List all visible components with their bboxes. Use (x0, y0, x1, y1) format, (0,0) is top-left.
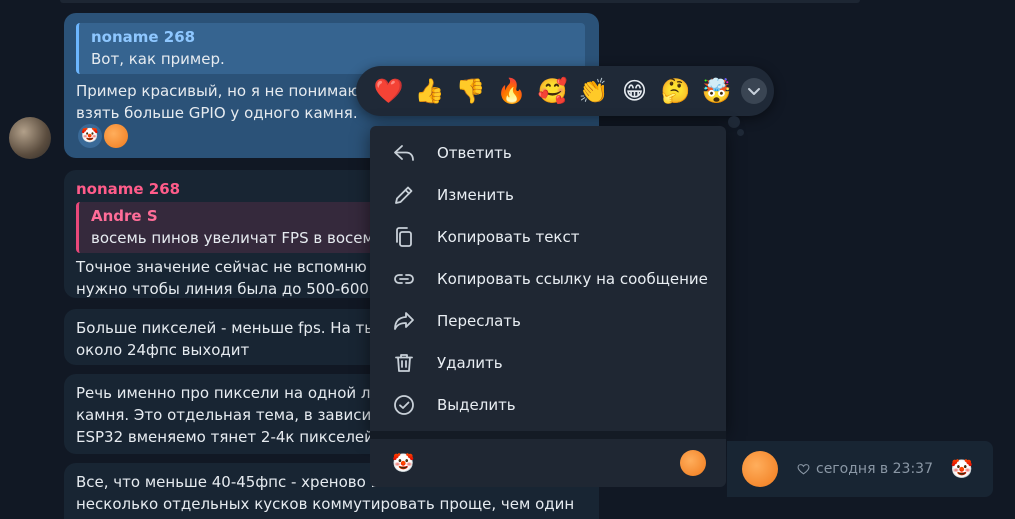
heart-outline-icon (797, 463, 810, 474)
thinking-icon[interactable]: 🤔 (657, 66, 694, 116)
menu-reactions-summary[interactable]: 🤡 (370, 439, 726, 487)
thumbs-up-icon[interactable]: 👍 (411, 66, 448, 116)
message-reactions[interactable]: 🤡 (78, 124, 128, 148)
context-menu: Ответить Изменить Копировать текст Копир… (370, 126, 726, 432)
previous-message-edge (60, 0, 860, 3)
picker-tail (728, 116, 740, 128)
quote-author: noname 268 (91, 28, 196, 46)
chevron-down-icon (748, 88, 760, 95)
menu-divider (370, 431, 726, 439)
clown-icon[interactable]: 🤡 (78, 124, 102, 148)
menu-item-label: Выделить (437, 396, 516, 414)
grin-icon[interactable]: 😁 (616, 66, 653, 116)
avatar[interactable] (9, 117, 51, 159)
heart-icon[interactable]: ❤️ (370, 66, 407, 116)
reacted-by-panel[interactable]: сегодня в 23:37 🤡 (727, 441, 993, 497)
reaction-picker: ❤️ 👍 👎 🔥 🥰 👏 😁 🤔 🤯 (356, 66, 774, 116)
picker-tail (737, 129, 744, 136)
menu-item-select[interactable]: Выделить (370, 384, 726, 426)
menu-item-label: Копировать ссылку на сообщение (437, 270, 708, 288)
reaction-time: сегодня в 23:37 (797, 461, 933, 477)
avatar (104, 124, 128, 148)
link-icon (391, 266, 417, 292)
menu-item-label: Ответить (437, 144, 512, 162)
avatar[interactable] (742, 451, 778, 487)
copy-icon (391, 224, 417, 250)
menu-item-copy-link[interactable]: Копировать ссылку на сообщение (370, 258, 726, 300)
menu-item-label: Удалить (437, 354, 503, 372)
menu-item-label: Переслать (437, 312, 521, 330)
forward-icon (391, 308, 417, 334)
mind-blown-icon[interactable]: 🤯 (698, 66, 735, 116)
pencil-icon (391, 182, 417, 208)
thumbs-down-icon[interactable]: 👎 (452, 66, 489, 116)
check-circle-icon (391, 392, 417, 418)
clown-icon: 🤡 (950, 458, 973, 480)
clapping-icon[interactable]: 👏 (575, 66, 612, 116)
expand-reactions-button[interactable] (741, 78, 767, 104)
reply-icon (391, 140, 417, 166)
smiling-hearts-icon[interactable]: 🥰 (534, 66, 571, 116)
menu-item-delete[interactable]: Удалить (370, 342, 726, 384)
menu-item-label: Изменить (437, 186, 514, 204)
avatar (680, 450, 706, 476)
menu-item-copy-text[interactable]: Копировать текст (370, 216, 726, 258)
clown-icon: 🤡 (392, 452, 415, 474)
menu-item-forward[interactable]: Переслать (370, 300, 726, 342)
menu-item-edit[interactable]: Изменить (370, 174, 726, 216)
trash-icon (391, 350, 417, 376)
menu-item-label: Копировать текст (437, 228, 580, 246)
fire-icon[interactable]: 🔥 (493, 66, 530, 116)
menu-item-reply[interactable]: Ответить (370, 132, 726, 174)
